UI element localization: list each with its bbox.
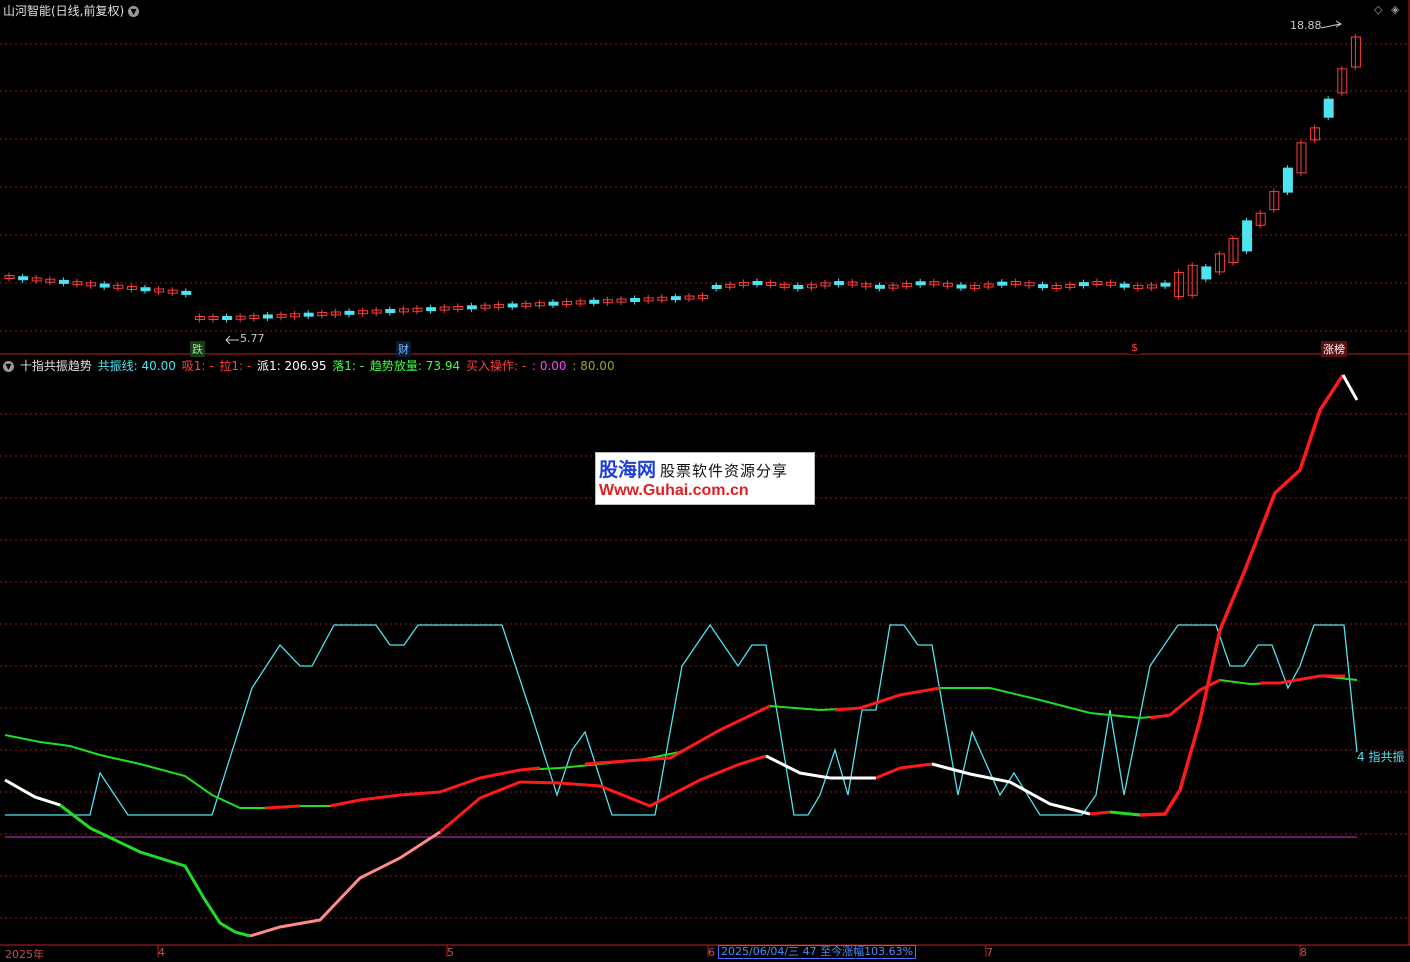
candle-body [58, 279, 69, 284]
indicator-item: 派1: 206.95 [253, 359, 327, 373]
main-line-white-end [1341, 374, 1359, 401]
main-line-white [765, 754, 876, 780]
stock-title: 山河智能(日线,前复权) [3, 4, 125, 18]
marker-dollar[interactable]: $ [1129, 341, 1140, 354]
candle-body [262, 314, 273, 319]
indicator-item: 拉1: - [215, 359, 252, 373]
chart-title[interactable]: 山河智能(日线,前复权) ▼ [3, 2, 140, 19]
chevron-down-icon[interactable]: ▼ [128, 6, 140, 17]
watermark-url: Www.Guhai.com.cn [599, 482, 749, 499]
candle-body [466, 305, 477, 310]
trend-line-red-segment [264, 804, 301, 810]
indicator-item: 趋势放量: 73.94 [366, 359, 461, 373]
main-line-red-surge [1139, 374, 1345, 817]
watermark-brand: 股海网 [599, 459, 657, 481]
axis-label-jul: 7 [986, 946, 993, 959]
candle-body [1282, 167, 1293, 193]
candle-body [589, 299, 600, 304]
candle-body [915, 281, 926, 286]
low-price-label: 5.77 [240, 332, 265, 345]
low-arrow-icon [224, 331, 240, 345]
candlestick-series [4, 33, 1361, 323]
trend-line-red-segment [584, 704, 771, 766]
candle-body [711, 284, 722, 289]
candle-body [344, 310, 355, 315]
candle-body [99, 283, 110, 288]
candle-body [222, 316, 233, 320]
main-line-red [439, 754, 767, 834]
axis-label-aug: 8 [1300, 946, 1307, 959]
indicator-item: 落1: - [328, 359, 365, 373]
marker-finance[interactable]: 财 [396, 341, 411, 357]
candle-body [874, 284, 885, 289]
diamond-icon[interactable]: ◇ [1374, 3, 1382, 16]
chevron-down-icon[interactable]: ▼ [3, 361, 14, 372]
candle-body [181, 290, 192, 295]
watermark-tagline: 股票软件资源分享 [660, 462, 789, 480]
candle-body [1160, 282, 1171, 287]
candle-body [426, 307, 437, 312]
axis-label-may: 5 [447, 946, 454, 959]
candle-body [752, 281, 763, 286]
main-line-white-2 [931, 762, 1091, 816]
main-line-green-3 [1109, 810, 1141, 817]
resonance-line [5, 623, 1358, 816]
candle-body [630, 297, 641, 302]
candle-body [548, 301, 559, 306]
marker-rise-list[interactable]: 涨榜 [1321, 341, 1347, 357]
trend-line-red-segment [834, 686, 941, 712]
trend-line-red-segment [1260, 674, 1345, 685]
candle-body [507, 303, 518, 308]
indicator-item: : 0.00 [528, 359, 567, 373]
candle-body [1242, 220, 1253, 252]
watermark-logo: 股海网 股票软件资源分享 Www.Guhai.com.cn [595, 452, 815, 505]
indicator-item: 吸1: - [177, 359, 214, 373]
settings-icon[interactable]: ◈ [1391, 3, 1399, 16]
resonance-side-label: 4 指共振 [1357, 750, 1405, 764]
candle-body [1323, 98, 1334, 118]
candle-body [1038, 284, 1049, 289]
candle-body [1078, 282, 1089, 287]
indicator-item: 共振线: 40.00 [97, 359, 176, 373]
indicator-item: : 80.00 [568, 359, 615, 373]
marker-fall[interactable]: 跌 [190, 341, 205, 357]
indicator-legend: ▼ 十指共振趋势 共振线: 40.00 吸1: - 拉1: - 派1: 206.… [3, 357, 619, 374]
main-line-red-2 [875, 762, 933, 780]
indicator-item: 买入操作: - [462, 359, 527, 373]
candle-body [18, 276, 29, 281]
candle-body [385, 308, 396, 313]
high-arrow-icon [1320, 16, 1344, 29]
candle-body [303, 312, 314, 317]
bottom-line-green [4, 778, 251, 938]
candle-body [834, 281, 845, 286]
candle-body [997, 281, 1008, 286]
axis-label-apr: 4 [158, 946, 165, 959]
candle-body [140, 287, 151, 292]
high-price-label: 18.88 [1290, 19, 1322, 32]
main-line-red-3 [1089, 810, 1111, 816]
candle-body [793, 284, 804, 289]
axis-label-jun: 6 [708, 946, 715, 959]
candle-body [670, 296, 681, 301]
indicator-name[interactable]: 十指共振趋势 [20, 359, 92, 373]
bottom-line-pink [249, 830, 441, 938]
trend-line-red-segment [1149, 678, 1221, 720]
candle-body [1201, 266, 1212, 280]
axis-label-year: 2025年 [5, 948, 44, 961]
candle-body [956, 284, 967, 289]
candle-body [1119, 283, 1130, 288]
